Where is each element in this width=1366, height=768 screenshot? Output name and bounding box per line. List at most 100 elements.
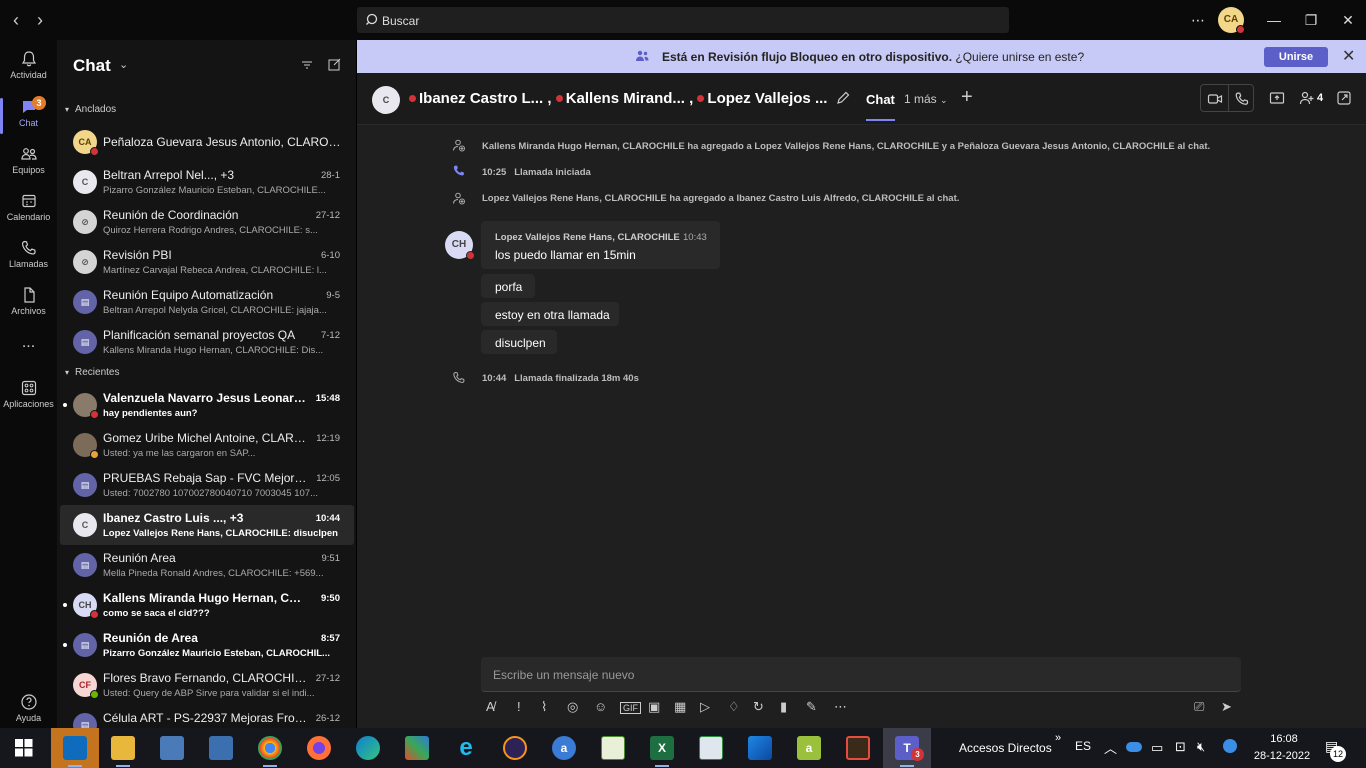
gif-icon[interactable]: GIF — [620, 702, 641, 714]
tab-chat[interactable]: Chat — [866, 92, 895, 121]
chat-list-item[interactable]: C Beltran Arrepol Nel..., +3 Pizarro Gon… — [60, 162, 354, 202]
language-indicator[interactable]: ES — [1075, 739, 1091, 753]
media-app[interactable] — [687, 728, 735, 768]
approvals-icon[interactable]: ▮ — [780, 699, 787, 715]
pinned-section-header[interactable]: ▾ Anclados — [65, 104, 116, 115]
search-input[interactable]: Buscar — [357, 7, 1009, 33]
file-explorer-app[interactable] — [99, 728, 147, 768]
sender-avatar[interactable]: CH — [445, 231, 475, 260]
chat-list-item[interactable]: ⊘ Revisión PBI Martínez Carvajal Rebeca … — [60, 242, 354, 282]
volume-muted-icon[interactable]: 🔇︎ — [1197, 739, 1205, 755]
rail-teams[interactable]: Equipos — [0, 139, 57, 187]
chat-list-item[interactable]: ▤ Reunión de Area Pizarro González Mauri… — [60, 625, 354, 665]
compose-box[interactable]: Escribe un mensaje nuevo — [481, 657, 1241, 692]
accesos-directos-toolbar[interactable]: Accesos Directos — [959, 741, 1052, 755]
pop-out-icon[interactable] — [1336, 90, 1352, 106]
filter-icon[interactable] — [301, 59, 313, 71]
chat-list-item[interactable]: ▤ Reunión Equipo Automatización Beltran … — [60, 282, 354, 322]
schedule-meeting-icon[interactable]: ▦ — [674, 699, 686, 715]
important-icon[interactable]: ! — [517, 699, 521, 714]
send-icon[interactable]: ➤ — [1221, 699, 1232, 715]
attach-icon[interactable]: ⌇ — [541, 699, 547, 715]
chat-list-item[interactable]: CA Peñaloza Guevara Jesus Antonio, CLARO… — [60, 122, 354, 162]
toolbar-chevron-icon[interactable]: » — [1055, 732, 1061, 744]
share-screen-icon[interactable] — [1269, 90, 1285, 106]
edit-name-icon[interactable] — [835, 90, 851, 106]
internet-explorer-app[interactable]: e — [442, 728, 490, 768]
user-avatar[interactable]: CA — [1218, 7, 1245, 34]
close-window-icon[interactable]: ✕ — [1338, 0, 1358, 40]
chat-list-item[interactable]: CH Kallens Miranda Hugo Hernan, CLA... c… — [60, 585, 354, 625]
chat-list-item[interactable]: ▤ PRUEBAS Rebaja Sap - FVC Mejoras Fl...… — [60, 465, 354, 505]
rail-apps[interactable]: Aplicaciones — [0, 373, 57, 421]
chat-participants[interactable]: Ibanez Castro L... , Kallens Mirand... ,… — [409, 90, 827, 107]
add-tab-icon[interactable]: + — [961, 86, 973, 109]
new-chat-icon[interactable] — [328, 58, 341, 71]
rail-chat[interactable]: 3 Chat — [0, 92, 57, 140]
sticker-icon[interactable]: ▣ — [648, 699, 660, 715]
more-actions-icon[interactable]: ⋯ — [834, 699, 847, 715]
rail-calls[interactable]: Llamadas — [0, 233, 57, 281]
chat-list-item[interactable]: C Ibanez Castro Luis ..., +3 Lopez Valle… — [60, 505, 354, 545]
app-a-blue[interactable]: a — [540, 728, 588, 768]
back-arrow-icon[interactable]: ‹ — [6, 10, 26, 30]
chrome-app[interactable] — [246, 728, 294, 768]
eclipse-app[interactable] — [491, 728, 539, 768]
chat-list-item[interactable]: ▤ Célula ART - PS-22937 Mejoras Front ..… — [60, 705, 354, 728]
chevron-down-icon[interactable]: ⌄ — [119, 58, 128, 71]
photos-app[interactable] — [393, 728, 441, 768]
battery-icon[interactable]: ▭ — [1151, 740, 1163, 756]
restore-icon[interactable]: ❐ — [1301, 0, 1321, 40]
app-a-green[interactable]: a — [785, 728, 833, 768]
message-bubble[interactable]: disuclpen — [481, 330, 557, 354]
more-options-icon[interactable]: ⋯ — [1188, 0, 1208, 40]
chat-list-item[interactable]: CF Flores Bravo Fernando, CLAROCHILE Ust… — [60, 665, 354, 705]
video-call-icon[interactable] — [1207, 91, 1223, 107]
stream-icon[interactable]: ▷ — [700, 699, 710, 715]
chevron-up-icon[interactable]: ︿ — [1104, 738, 1117, 757]
chat-list-item[interactable]: Gomez Uribe Michel Antoine, CLARO... Ust… — [60, 425, 354, 465]
onedrive-icon[interactable] — [1126, 742, 1142, 752]
clock-time[interactable]: 16:08 — [1262, 733, 1306, 745]
refresh-icon[interactable]: ↻ — [753, 699, 764, 715]
tab-more[interactable]: 1 más ⌄ — [904, 92, 948, 106]
loop-icon[interactable]: ◎ — [567, 699, 578, 715]
chart-app[interactable] — [589, 728, 637, 768]
rail-more[interactable]: ... — [0, 330, 57, 378]
message-bubble[interactable]: estoy en otra llamada — [481, 302, 619, 326]
chat-list-item[interactable]: Valenzuela Navarro Jesus Leonardo... hay… — [60, 385, 354, 425]
dictate-icon[interactable]: ⎚ — [1194, 699, 1204, 715]
emoji-icon[interactable]: ☺ — [594, 699, 607, 714]
ide-app[interactable] — [834, 728, 882, 768]
minimize-icon[interactable]: — — [1264, 0, 1284, 40]
chat-pane-title[interactable]: Chat — [73, 56, 111, 76]
teams-app[interactable]: T 3 — [883, 728, 931, 768]
excel-app[interactable]: X — [638, 728, 686, 768]
chat-list-item[interactable]: ⊘ Reunión de Coordinación Quiroz Herrera… — [60, 202, 354, 242]
rail-calendar[interactable]: Calendario — [0, 186, 57, 234]
participants-icon[interactable] — [1299, 90, 1315, 106]
rail-files[interactable]: Archivos — [0, 280, 57, 328]
globe-icon[interactable] — [1223, 739, 1237, 753]
close-icon[interactable]: ✕ — [1342, 46, 1355, 66]
start-button[interactable] — [0, 728, 48, 768]
remote-desktop-app[interactable] — [197, 728, 245, 768]
notes-icon[interactable]: ✎ — [806, 699, 817, 715]
firefox-app[interactable] — [295, 728, 343, 768]
outlook-app[interactable] — [51, 728, 99, 768]
join-button[interactable]: Unirse — [1264, 47, 1328, 67]
edge-app[interactable] — [344, 728, 392, 768]
message-bubble[interactable]: Lopez Vallejos Rene Hans, CLAROCHILE 10:… — [481, 221, 720, 269]
message-bubble[interactable]: porfa — [481, 274, 535, 298]
chat-list-item[interactable]: ▤ Planificación semanal proyectos QA Kal… — [60, 322, 354, 362]
audio-call-icon[interactable] — [1234, 91, 1250, 107]
sap-app[interactable] — [736, 728, 784, 768]
network-app[interactable] — [148, 728, 196, 768]
chat-list-item[interactable]: ▤ Reunión Area Mella Pineda Ronald Andre… — [60, 545, 354, 585]
praise-icon[interactable]: ♢ — [728, 699, 740, 715]
clock-date[interactable]: 28-12-2022 — [1250, 750, 1314, 762]
recent-section-header[interactable]: ▾ Recientes — [65, 367, 119, 378]
forward-arrow-icon[interactable]: › — [30, 10, 50, 30]
rail-activity[interactable]: Actividad — [0, 44, 57, 92]
format-icon[interactable]: A̸ — [486, 699, 495, 714]
